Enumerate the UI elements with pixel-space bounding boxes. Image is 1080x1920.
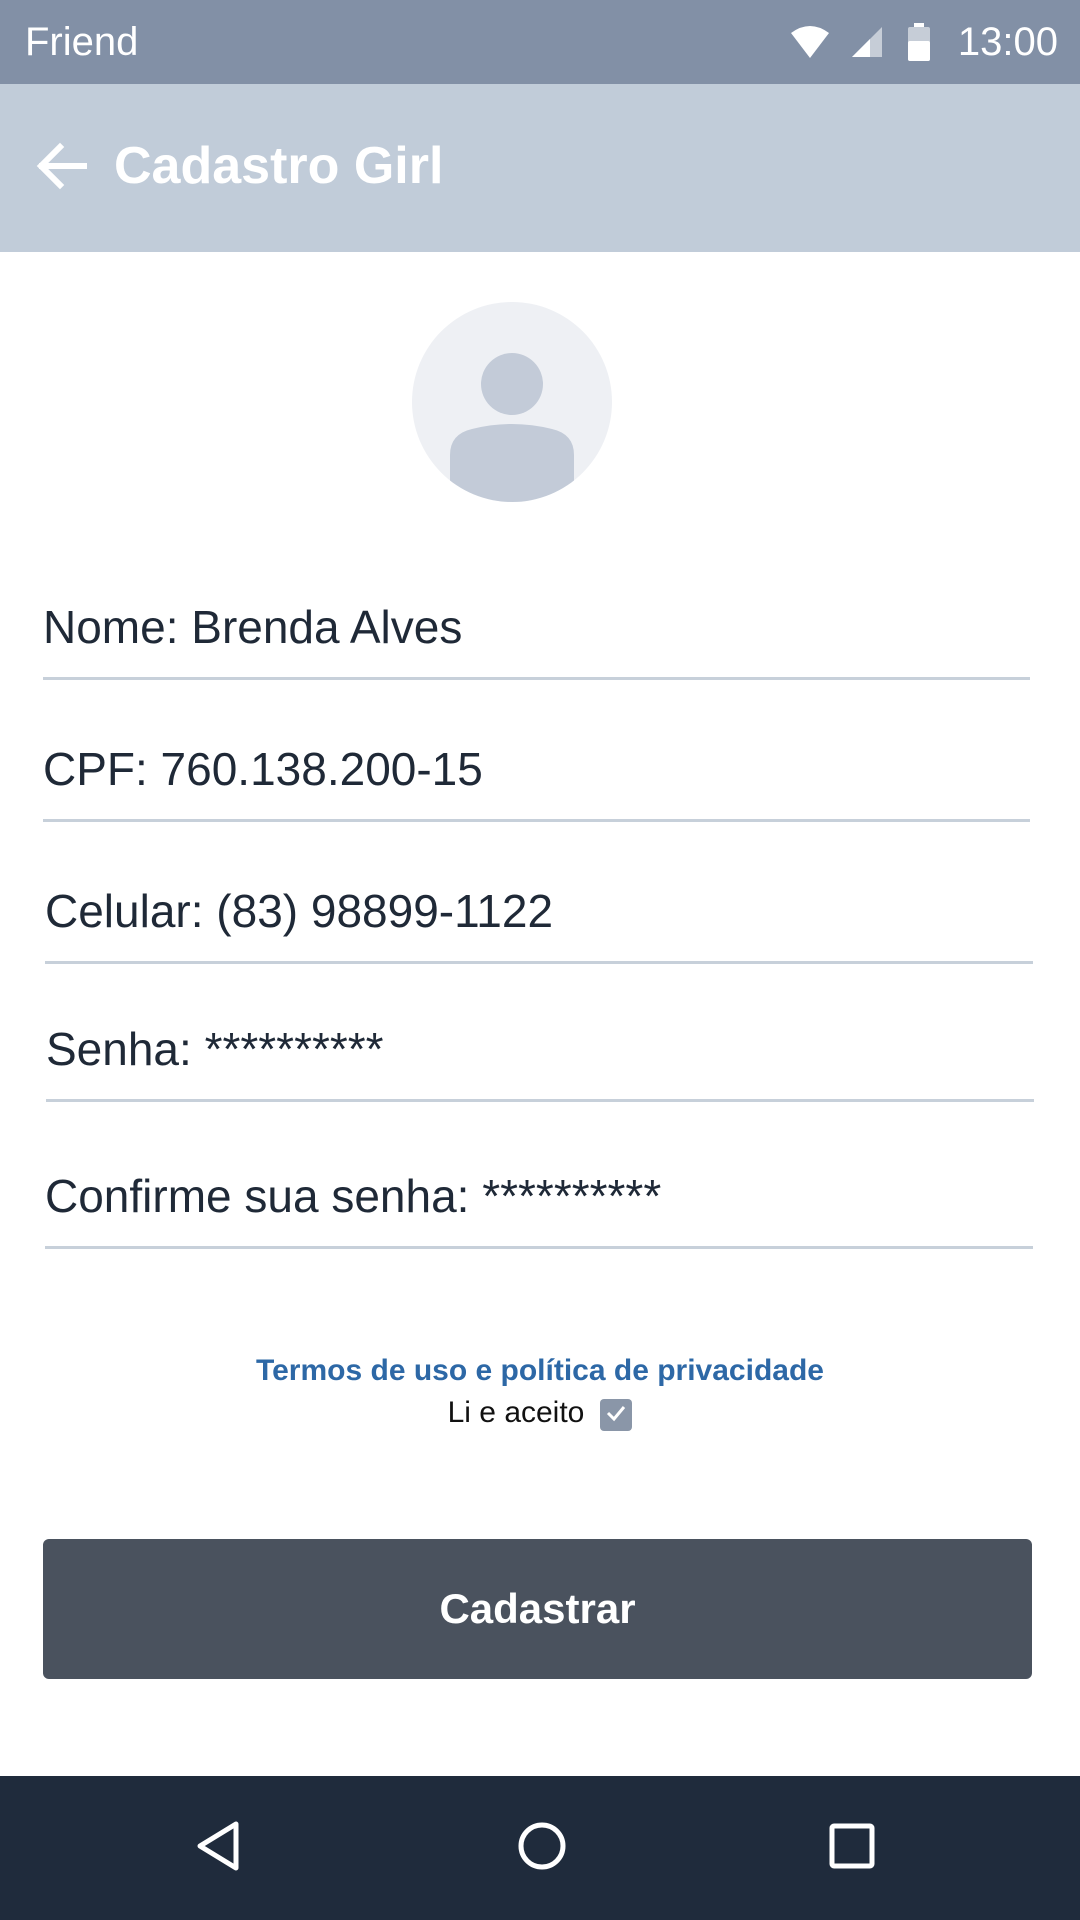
- system-nav-bar: [0, 1776, 1080, 1920]
- cpf-value: CPF: 760.138.200-15: [43, 743, 483, 795]
- nav-recents-button[interactable]: [802, 1798, 902, 1898]
- confirm-password-field[interactable]: Confirme sua senha: **********: [45, 1129, 1033, 1249]
- battery-icon: [906, 23, 932, 61]
- phone-field[interactable]: Celular: (83) 98899-1122: [45, 844, 1033, 964]
- person-placeholder-icon: [412, 353, 612, 502]
- signal-icon: [850, 25, 884, 59]
- nav-home-button[interactable]: [492, 1798, 592, 1898]
- accept-label: Li e aceito: [447, 1396, 585, 1429]
- recents-square-icon: [824, 1818, 880, 1879]
- cpf-field[interactable]: CPF: 760.138.200-15: [43, 702, 1030, 822]
- status-bar: Friend 13:00: [0, 0, 1080, 84]
- password-value: Senha: **********: [46, 1023, 384, 1075]
- confirm-password-value: Confirme sua senha: **********: [45, 1170, 662, 1222]
- submit-button[interactable]: Cadastrar: [43, 1539, 1032, 1679]
- arrow-left-icon: [36, 142, 88, 195]
- submit-label: Cadastrar: [439, 1585, 636, 1632]
- back-triangle-icon: [190, 1818, 246, 1879]
- status-icons: 13:00: [790, 14, 1058, 70]
- accept-row: Li e aceito: [0, 1394, 1080, 1432]
- carrier-label: Friend: [25, 20, 139, 64]
- clock: 13:00: [957, 20, 1058, 64]
- terms-link[interactable]: Termos de uso e política de privacidade: [0, 1352, 1080, 1390]
- back-button[interactable]: [22, 128, 102, 208]
- name-value: Nome: Brenda Alves: [43, 601, 463, 653]
- avatar-picker[interactable]: [412, 302, 612, 502]
- password-field[interactable]: Senha: **********: [46, 982, 1034, 1102]
- accept-checkbox[interactable]: [600, 1399, 633, 1431]
- checkmark-icon: [604, 1401, 628, 1430]
- wifi-icon: [790, 25, 830, 59]
- phone-value: Celular: (83) 98899-1122: [45, 885, 554, 937]
- name-field[interactable]: Nome: Brenda Alves: [43, 560, 1030, 680]
- app-bar: Cadastro Girl: [0, 84, 1080, 252]
- screen: Friend 13:00 Cadastro Girl Nome: Brenda …: [0, 0, 1080, 1920]
- nav-back-button[interactable]: [168, 1798, 268, 1898]
- home-circle-icon: [514, 1818, 570, 1879]
- page-title: Cadastro Girl: [114, 137, 444, 195]
